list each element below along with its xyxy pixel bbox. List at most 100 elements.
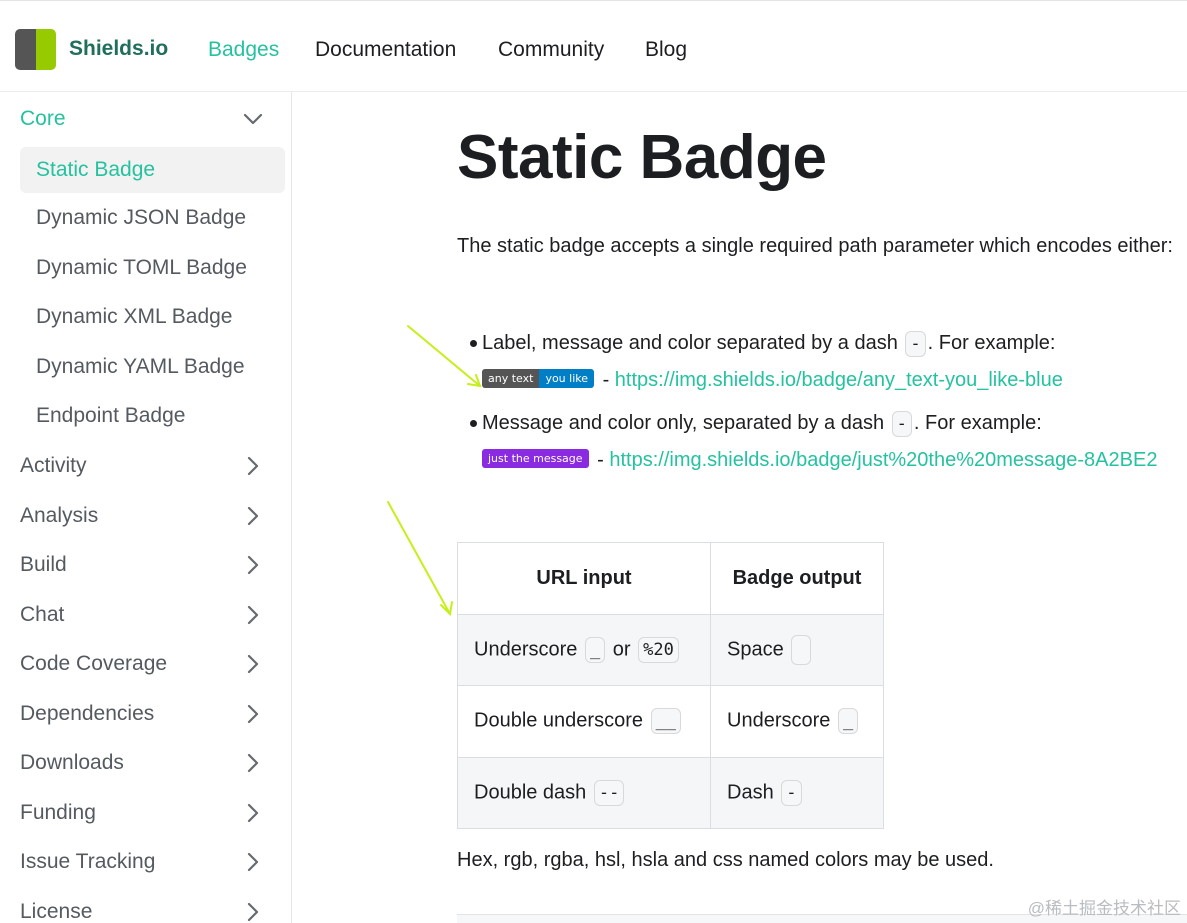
table-cell: Underscore _ or %20 [457, 613, 711, 686]
chevron-right-icon[interactable] [243, 456, 263, 476]
list-item: Message and color only, separated by a d… [470, 405, 1172, 479]
inline-code: __ [650, 708, 682, 735]
badge-label: any text [482, 369, 540, 389]
cell-text: Space [727, 638, 784, 661]
bullet-text: Label, message and color separated by a … [482, 332, 898, 354]
inline-code: -- [593, 779, 625, 806]
chevron-right-icon[interactable] [243, 753, 263, 773]
inline-code: - [891, 410, 912, 437]
table-header: URL input [457, 542, 711, 615]
sidebar-category-label: Build [20, 553, 67, 576]
sidebar-item-dynamic-json-badge[interactable]: Dynamic JSON Badge [0, 195, 291, 241]
chevron-right-icon[interactable] [243, 803, 263, 823]
sidebar-item-label: Dynamic YAML Badge [36, 355, 245, 378]
sidebar-category-code-coverage[interactable]: Code Coverage [0, 641, 291, 687]
table-cell: Dash - [710, 756, 884, 829]
sidebar-item-static-badge[interactable]: Static Badge [20, 147, 285, 193]
cell-text: Underscore [727, 709, 831, 732]
chevron-right-icon[interactable] [243, 704, 263, 724]
sidebar-category-core[interactable]: Core [0, 96, 291, 142]
brand-link[interactable]: Shields.io [69, 37, 168, 61]
sidebar-category-label: Downloads [20, 751, 124, 774]
sidebar-item-dynamic-yaml-badge[interactable]: Dynamic YAML Badge [0, 344, 291, 390]
sidebar-category-build[interactable]: Build [0, 542, 291, 588]
main-content: Static Badge The static badge accepts a … [292, 92, 1187, 923]
chevron-right-icon[interactable] [243, 902, 263, 922]
cell-text: Underscore [474, 638, 578, 661]
sidebar-category-label: Funding [20, 801, 96, 824]
chevron-right-icon[interactable] [243, 506, 263, 526]
table-header-row: URL input Badge output [457, 542, 884, 615]
sidebar-category-label: Code Coverage [20, 652, 168, 675]
table-cell: Underscore _ [710, 685, 884, 758]
inline-code: _ [584, 636, 606, 663]
separator: - [597, 369, 615, 391]
nav-badges[interactable]: Badges [208, 38, 279, 62]
sidebar-category-label: License [20, 900, 93, 923]
sidebar-item-endpoint-badge[interactable]: Endpoint Badge [0, 393, 291, 439]
sidebar-category-analysis[interactable]: Analysis [0, 493, 291, 539]
sidebar-category-label: Analysis [20, 504, 99, 527]
sidebar-category-issue-tracking[interactable]: Issue Tracking [0, 839, 291, 885]
inline-code: - [781, 779, 802, 806]
example-link[interactable]: https://img.shields.io/badge/just%20the%… [609, 449, 1157, 471]
table-row: Double underscore __ Underscore _ [457, 685, 884, 758]
sidebar-category-license[interactable]: License [0, 889, 291, 923]
bullet-text: . For example: [927, 332, 1056, 354]
shields-logo-icon[interactable] [15, 29, 56, 70]
cell-text: or [612, 638, 631, 661]
sidebar: Core Static Badge Dynamic JSON Badge Dyn… [0, 92, 292, 923]
inline-code: - [905, 330, 926, 357]
table-cell: Space [710, 613, 884, 686]
sidebar-item-label: Dynamic XML Badge [36, 305, 233, 328]
badge-message: you like [539, 369, 595, 389]
table-cell: Double dash -- [457, 756, 711, 829]
bullet-text: . For example: [913, 412, 1042, 434]
sidebar-item-label: Endpoint Badge [36, 404, 186, 427]
url-encoding-table: URL input Badge output Underscore _ or %… [457, 542, 884, 829]
badge-message: just the message [482, 449, 589, 469]
nav-documentation[interactable]: Documentation [315, 38, 456, 62]
sidebar-category-label: Core [20, 107, 66, 130]
sidebar-category-activity[interactable]: Activity [0, 443, 291, 489]
sidebar-category-label: Chat [20, 603, 65, 626]
chevron-right-icon[interactable] [243, 555, 263, 575]
chevron-down-icon[interactable] [243, 109, 263, 129]
sidebar-item-dynamic-xml-badge[interactable]: Dynamic XML Badge [0, 294, 291, 340]
sidebar-category-label: Issue Tracking [20, 850, 156, 873]
example-badge: just the message [482, 449, 589, 469]
example-link[interactable]: https://img.shields.io/badge/any_text-yo… [615, 369, 1063, 391]
sidebar-category-dependencies[interactable]: Dependencies [0, 691, 291, 737]
nav-community[interactable]: Community [498, 38, 604, 62]
example-badge: any text you like [482, 369, 595, 389]
chevron-right-icon[interactable] [243, 852, 263, 872]
table-header: Badge output [710, 542, 884, 615]
sidebar-item-label: Dynamic JSON Badge [36, 206, 247, 229]
sidebar-category-funding[interactable]: Funding [0, 790, 291, 836]
chevron-right-icon[interactable] [243, 605, 263, 625]
sidebar-category-label: Activity [20, 454, 87, 477]
sidebar-item-label: Dynamic TOML Badge [36, 256, 247, 279]
separator: - [591, 449, 610, 471]
cell-text: Dash [727, 781, 774, 804]
inline-code: %20 [638, 636, 679, 663]
table-row: Double dash -- Dash - [457, 756, 884, 829]
sidebar-category-chat[interactable]: Chat [0, 592, 291, 638]
sidebar-category-label: Dependencies [20, 702, 155, 725]
table-row: Underscore _ or %20 Space [457, 613, 884, 686]
watermark: @稀土掘金技术社区 [1027, 899, 1181, 918]
nav-blog[interactable]: Blog [645, 38, 687, 62]
sidebar-category-downloads[interactable]: Downloads [0, 740, 291, 786]
list-item: Label, message and color separated by a … [470, 325, 1172, 399]
bullet-text: Message and color only, separated by a d… [482, 412, 885, 434]
intro-paragraph: The static badge accepts a single requir… [457, 235, 1173, 257]
navbar: Shields.io Badges Documentation Communit… [0, 0, 1187, 92]
sidebar-item-label: Static Badge [36, 158, 156, 181]
bullet-dot [470, 340, 477, 347]
chevron-right-icon[interactable] [243, 654, 263, 674]
colors-note: Hex, rgb, rgba, hsl, hsla and css named … [457, 849, 994, 871]
sidebar-item-dynamic-toml-badge[interactable]: Dynamic TOML Badge [0, 245, 291, 291]
inline-code: _ [837, 708, 859, 735]
inline-code [791, 634, 812, 665]
bullet-dot [470, 420, 477, 427]
